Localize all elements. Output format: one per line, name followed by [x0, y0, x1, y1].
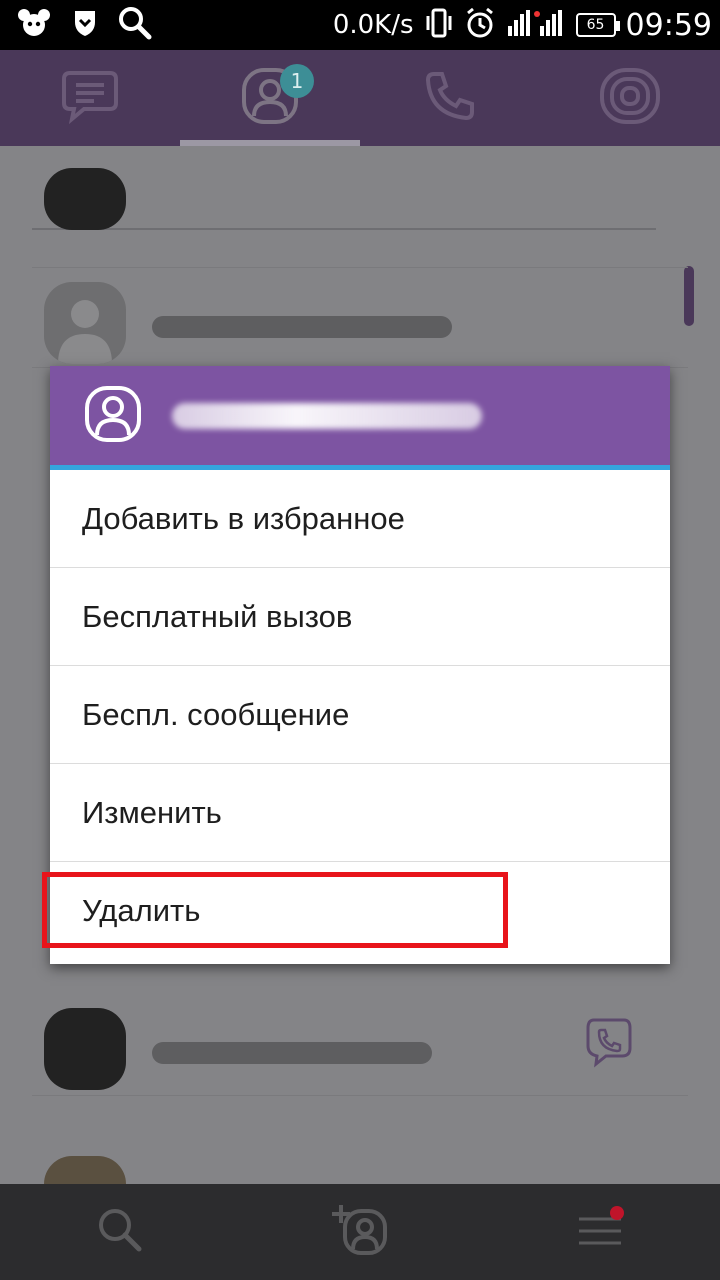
- top-tab-bar: 1: [0, 50, 720, 146]
- battery-icon: 65: [575, 13, 620, 37]
- clock: 09:59: [625, 7, 712, 43]
- tab-contacts[interactable]: 1: [180, 50, 360, 146]
- menu-edit[interactable]: Изменить: [50, 764, 670, 862]
- shield-icon: [72, 8, 98, 42]
- contact-avatar: [44, 168, 126, 230]
- search-button[interactable]: [0, 1205, 240, 1259]
- contact-avatar: [44, 1008, 126, 1090]
- contact-row[interactable]: [32, 1146, 688, 1184]
- menu-free-call[interactable]: Бесплатный вызов: [50, 568, 670, 666]
- signal-icon: [506, 8, 566, 42]
- menu-add-to-favorites[interactable]: Добавить в избранное: [50, 470, 670, 568]
- viber-call-icon[interactable]: [584, 1016, 634, 1072]
- search-icon: [95, 1205, 145, 1259]
- vibrate-icon: [424, 7, 454, 43]
- tab-chats[interactable]: [0, 50, 180, 146]
- add-contact-button[interactable]: [240, 1203, 480, 1261]
- network-speed: 0.0K/s: [332, 10, 414, 40]
- contacts-badge: 1: [280, 64, 314, 98]
- tab-calls[interactable]: [360, 50, 540, 146]
- contact-avatar-icon: [84, 385, 142, 447]
- contact-avatar: [44, 1156, 126, 1184]
- tab-public[interactable]: [540, 50, 720, 146]
- contact-row[interactable]: [32, 168, 688, 268]
- avatar-placeholder-icon: [44, 282, 126, 364]
- status-bar: 0.0K/s 65 09:59: [0, 0, 720, 50]
- menu-free-message[interactable]: Беспл. сообщение: [50, 666, 670, 764]
- alarm-icon: [464, 7, 496, 43]
- notification-app-icon: [16, 8, 52, 42]
- contact-row[interactable]: [32, 268, 688, 368]
- add-contact-icon: [331, 1203, 389, 1261]
- menu-icon: [575, 1205, 625, 1259]
- contact-name-blurred: [152, 316, 452, 338]
- contact-name-blurred: [152, 1042, 432, 1064]
- phone-icon: [422, 68, 478, 128]
- chat-bubble-icon: [60, 67, 120, 129]
- highlight-annotation: [42, 872, 508, 948]
- bottom-bar: [0, 1184, 720, 1280]
- contact-row[interactable]: [32, 996, 688, 1096]
- contact-name-blurred: [172, 402, 482, 429]
- search-icon: [118, 6, 152, 44]
- public-accounts-icon: [598, 66, 662, 130]
- menu-button[interactable]: [480, 1205, 720, 1259]
- dialog-header: [50, 366, 670, 470]
